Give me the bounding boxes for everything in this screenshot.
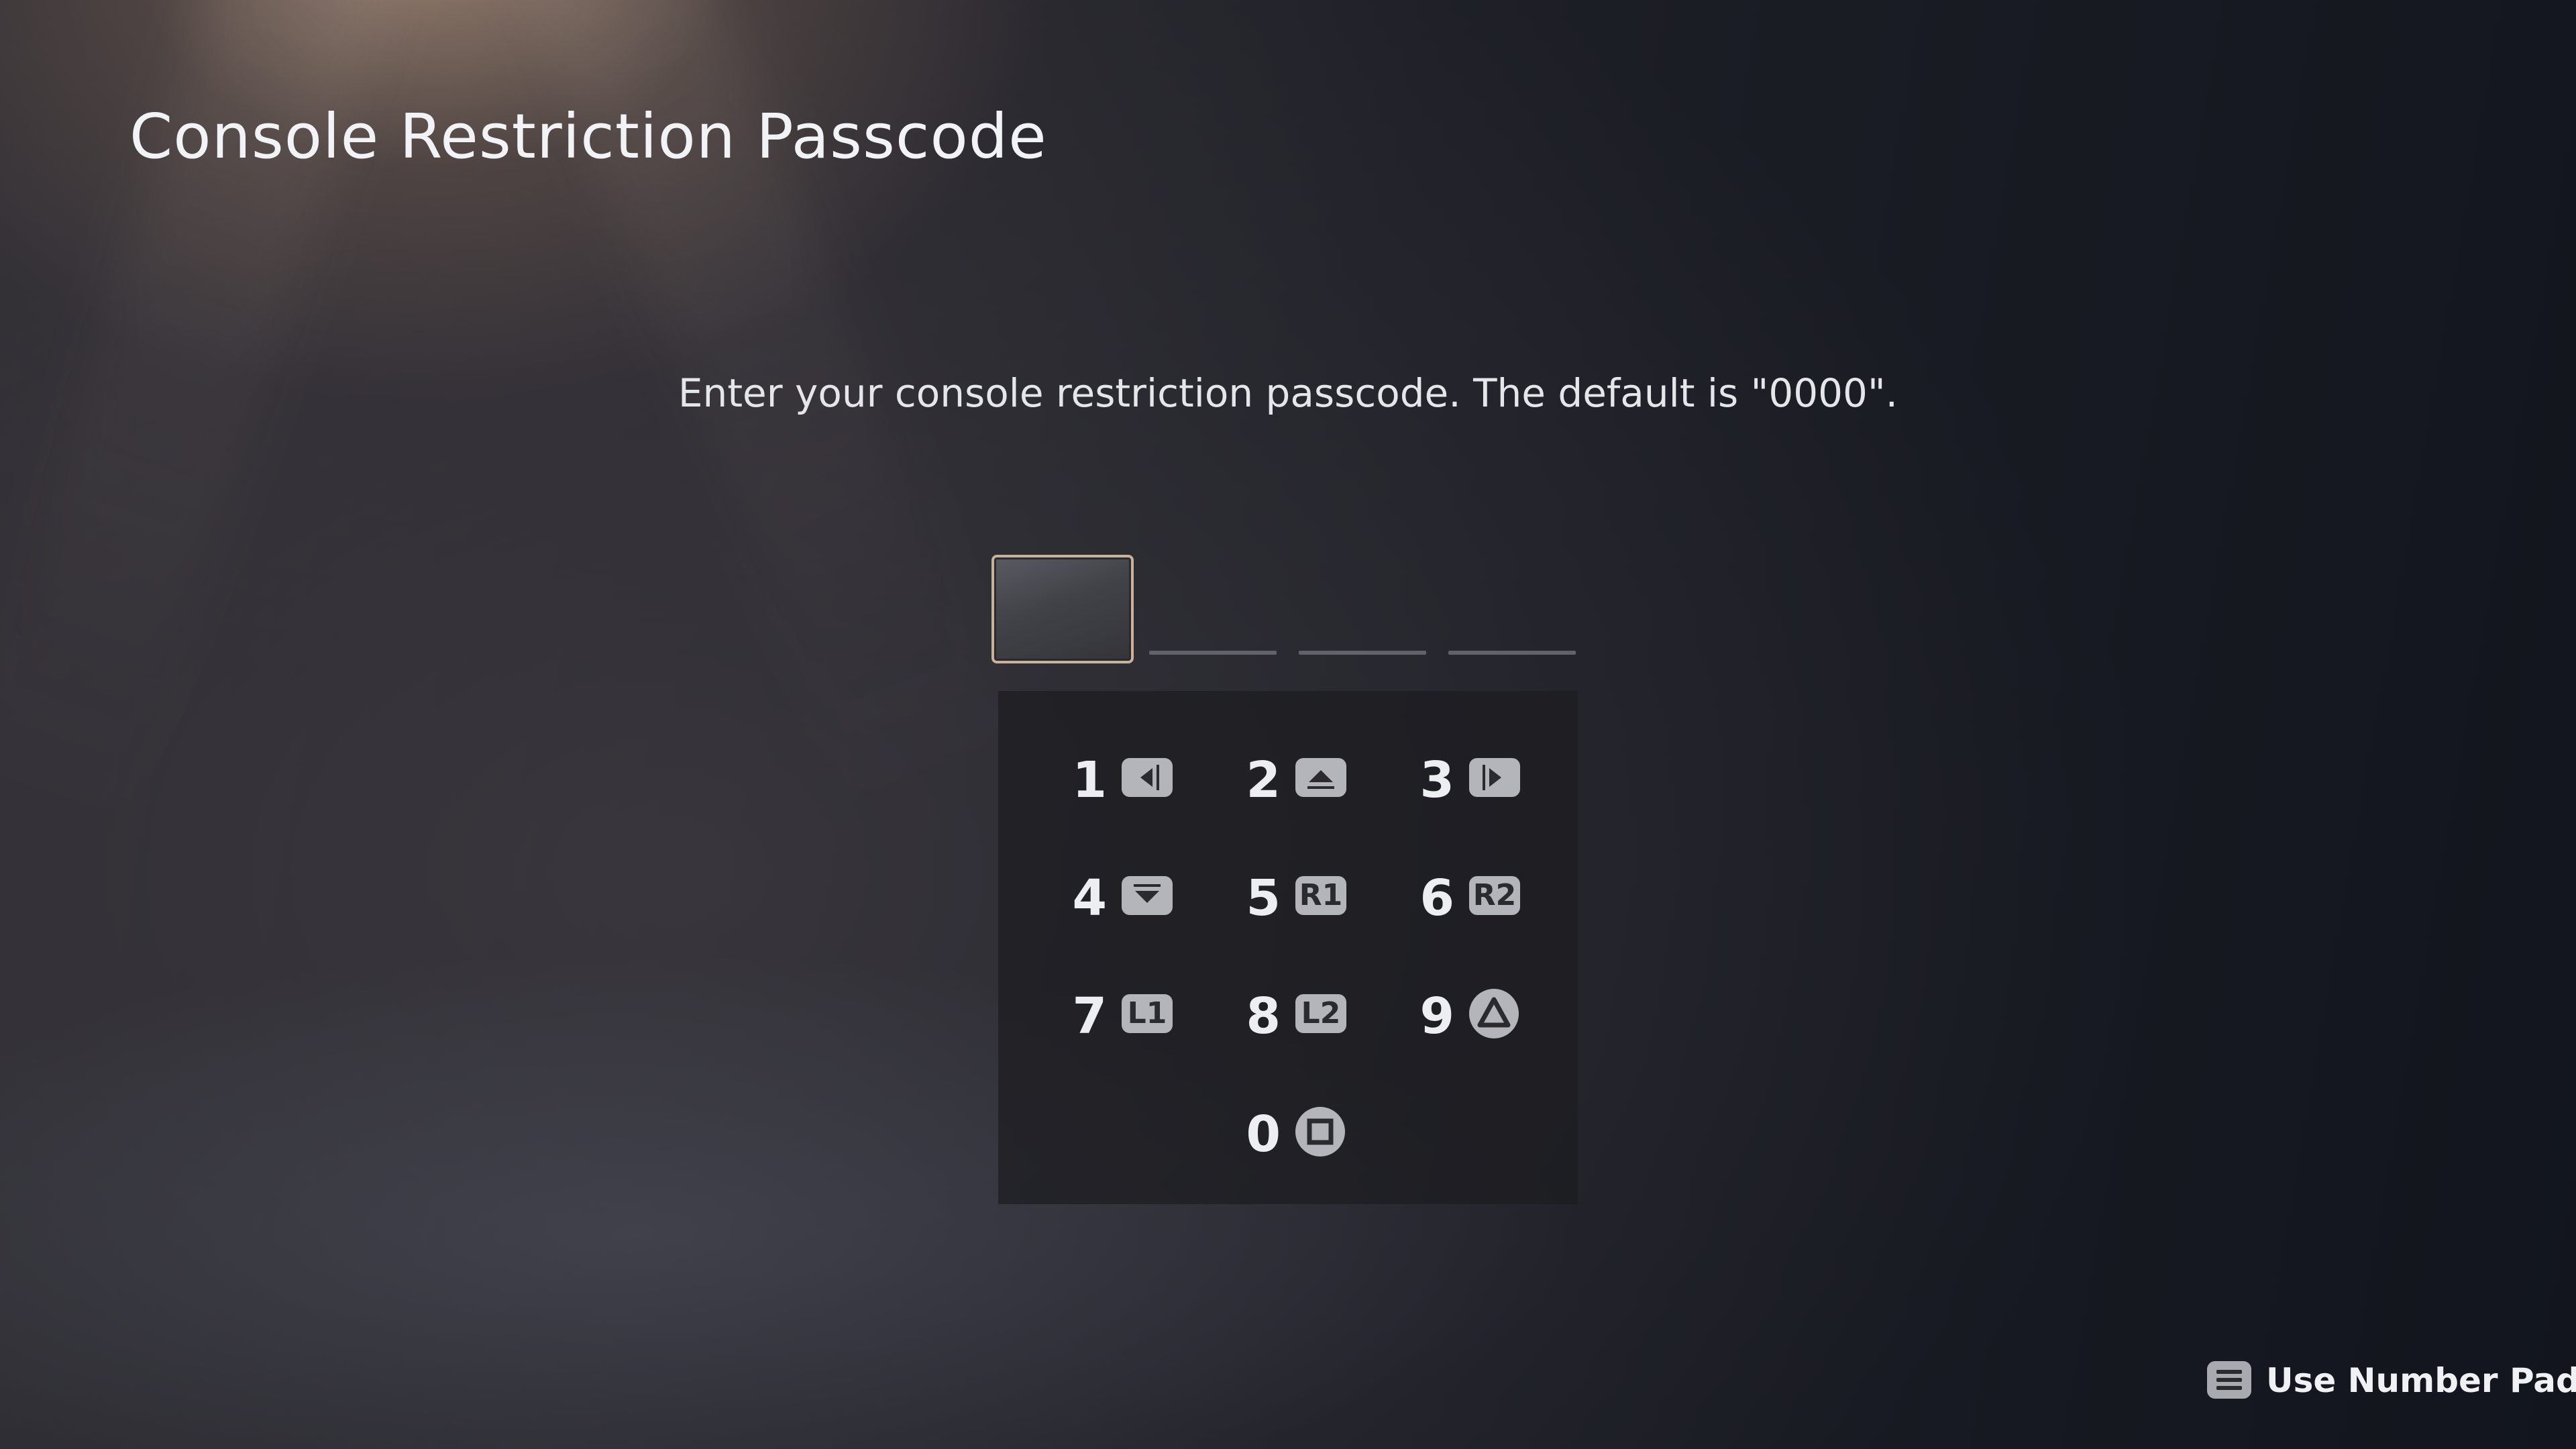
triangle-button-icon <box>1469 989 1519 1038</box>
passcode-digit-3[interactable] <box>1299 651 1426 655</box>
key-5[interactable]: 5 R1 <box>1234 864 1368 931</box>
key-number: 3 <box>1419 751 1455 809</box>
key-7[interactable]: 7 L1 <box>1060 982 1194 1049</box>
dpad-up-icon <box>1295 758 1346 797</box>
key-number: 6 <box>1419 869 1455 927</box>
key-2[interactable]: 2 <box>1234 746 1368 813</box>
use-number-pad-label: Use Number Pad <box>2266 1361 2576 1400</box>
page-title: Console Restriction Passcode <box>129 101 1047 172</box>
square-button-icon <box>1295 1107 1345 1157</box>
dpad-right-icon <box>1469 758 1520 797</box>
l1-button-icon: L1 <box>1122 994 1173 1033</box>
keypad: 1 2 3 4 5 R1 6 R2 7 L1 8 L2 9 0 <box>998 691 1578 1204</box>
key-3[interactable]: 3 <box>1407 746 1542 813</box>
key-number: 9 <box>1419 987 1455 1045</box>
key-number: 4 <box>1072 869 1108 927</box>
passcode-digit-2[interactable] <box>1149 651 1277 655</box>
key-4[interactable]: 4 <box>1060 864 1194 931</box>
key-number: 0 <box>1246 1106 1281 1163</box>
screen: Console Restriction Passcode Enter your … <box>0 0 2576 1449</box>
dpad-down-icon <box>1122 876 1173 915</box>
key-number: 8 <box>1246 987 1281 1045</box>
r1-button-icon: R1 <box>1295 876 1346 915</box>
l2-button-icon: L2 <box>1295 994 1346 1033</box>
passcode-digit-4[interactable] <box>1448 651 1576 655</box>
key-9[interactable]: 9 <box>1407 982 1542 1049</box>
key-number: 7 <box>1072 987 1108 1045</box>
key-6[interactable]: 6 R2 <box>1407 864 1542 931</box>
dpad-left-icon <box>1122 758 1173 797</box>
key-8[interactable]: 8 L2 <box>1234 982 1368 1049</box>
key-0[interactable]: 0 <box>1234 1100 1368 1167</box>
use-number-pad-hint[interactable]: Use Number Pad <box>2207 1358 2576 1405</box>
passcode-digit-1[interactable] <box>991 555 1134 663</box>
key-1[interactable]: 1 <box>1060 746 1194 813</box>
key-number: 5 <box>1246 869 1281 927</box>
instruction-text: Enter your console restriction passcode.… <box>678 370 1898 416</box>
key-number: 2 <box>1246 751 1281 809</box>
options-button-icon <box>2207 1361 2251 1399</box>
key-number: 1 <box>1072 751 1108 809</box>
r2-button-icon: R2 <box>1469 876 1520 915</box>
